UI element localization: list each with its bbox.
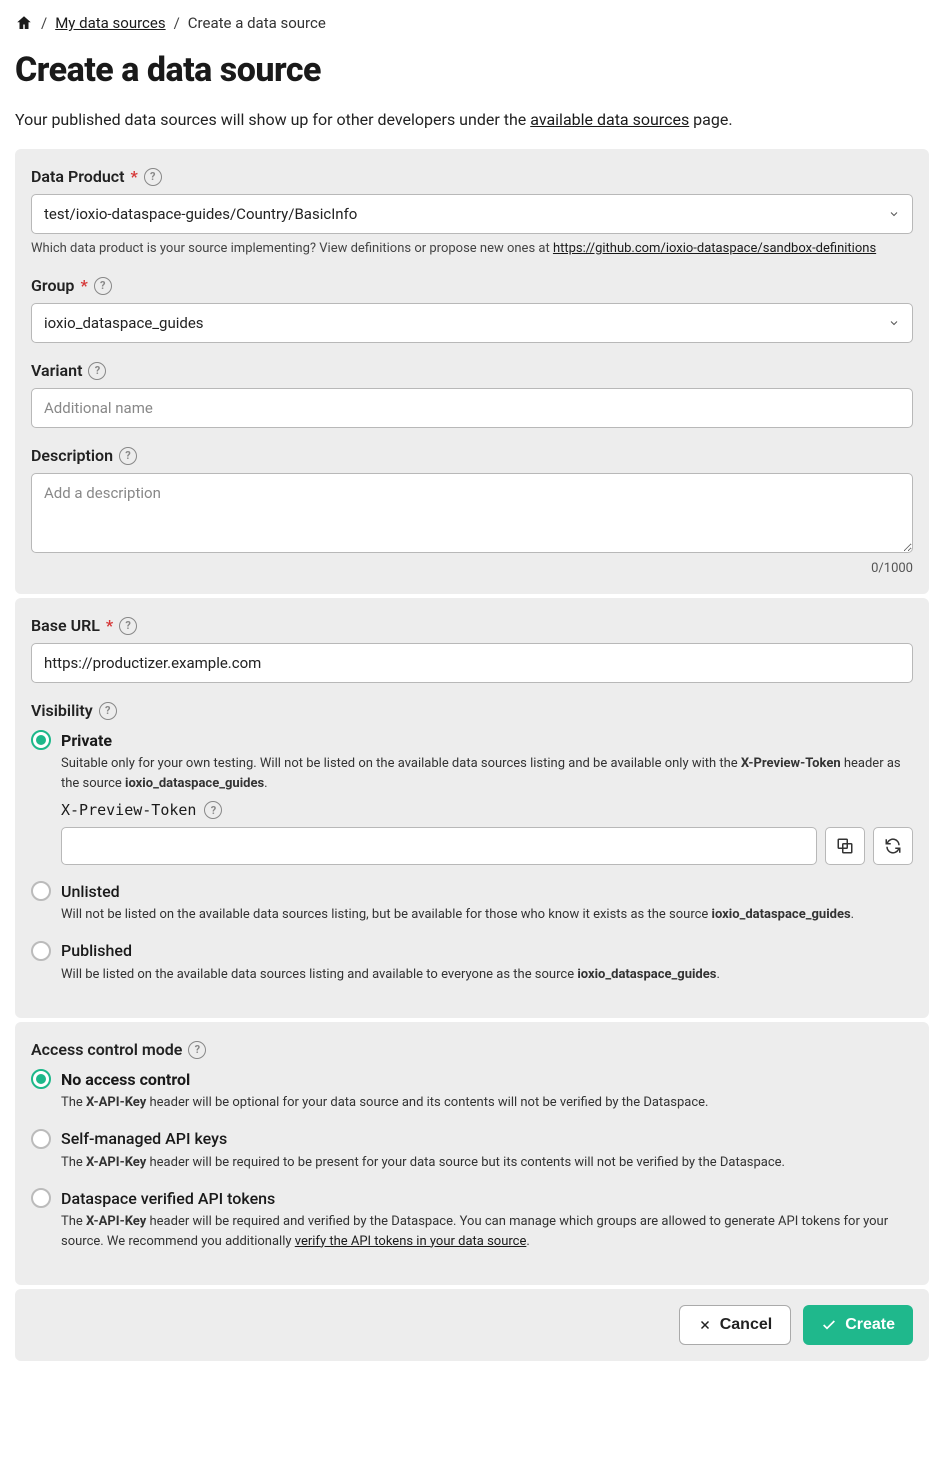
radio-button-icon xyxy=(31,941,51,961)
copy-button[interactable] xyxy=(825,827,865,865)
description-label: Description xyxy=(31,446,113,465)
card-access-control: Access control mode ? No access control … xyxy=(15,1022,929,1285)
data-product-helper: Which data product is your source implem… xyxy=(31,240,913,258)
data-product-select[interactable]: test/ioxio-dataspace-guides/Country/Basi… xyxy=(31,194,913,234)
help-icon[interactable]: ? xyxy=(88,362,106,380)
radio-button-icon xyxy=(31,1129,51,1149)
required-marker: * xyxy=(80,276,87,295)
visibility-label: Visibility xyxy=(31,701,93,720)
radio-private[interactable]: Private xyxy=(31,730,913,750)
refresh-icon xyxy=(884,837,902,855)
breadcrumb: / My data sources / Create a data source xyxy=(15,10,929,42)
chevron-down-icon xyxy=(888,208,900,220)
available-sources-link[interactable]: available data sources xyxy=(530,110,689,129)
self-managed-desc: The X-API-Key header will be required to… xyxy=(61,1153,913,1173)
required-marker: * xyxy=(106,616,113,635)
base-url-input[interactable] xyxy=(31,643,913,683)
visibility-private: Private Suitable only for your own testi… xyxy=(31,730,913,865)
definitions-link[interactable]: https://github.com/ioxio-dataspace/sandb… xyxy=(553,241,876,256)
variant-label: Variant xyxy=(31,361,82,380)
radio-no-access[interactable]: No access control xyxy=(31,1069,913,1089)
breadcrumb-sep: / xyxy=(174,14,180,32)
visibility-unlisted: Unlisted Will not be listed on the avail… xyxy=(31,881,913,925)
unlisted-desc: Will not be listed on the available data… xyxy=(61,905,913,925)
radio-unlisted[interactable]: Unlisted xyxy=(31,881,913,901)
required-marker: * xyxy=(130,167,137,186)
footer-actions: Cancel Create xyxy=(15,1289,929,1361)
page-title: Create a data source xyxy=(15,50,929,90)
description-counter: 0/1000 xyxy=(31,561,913,576)
copy-icon xyxy=(836,837,854,855)
help-icon[interactable]: ? xyxy=(94,277,112,295)
help-icon[interactable]: ? xyxy=(119,447,137,465)
access-self: Self-managed API keys The X-API-Key head… xyxy=(31,1129,913,1173)
breadcrumb-current: Create a data source xyxy=(188,14,326,32)
variant-input[interactable] xyxy=(31,388,913,428)
help-icon[interactable]: ? xyxy=(99,702,117,720)
preview-token-input[interactable] xyxy=(61,827,817,865)
no-access-desc: The X-API-Key header will be optional fo… xyxy=(61,1093,913,1113)
base-url-label: Base URL xyxy=(31,616,100,635)
radio-button-icon xyxy=(31,730,51,750)
help-icon[interactable]: ? xyxy=(119,617,137,635)
radio-button-icon xyxy=(31,1069,51,1089)
access-label: Access control mode xyxy=(31,1040,182,1059)
breadcrumb-my-sources[interactable]: My data sources xyxy=(55,14,165,32)
refresh-button[interactable] xyxy=(873,827,913,865)
chevron-down-icon xyxy=(888,317,900,329)
create-button[interactable]: Create xyxy=(803,1305,913,1345)
intro-text: Your published data sources will show up… xyxy=(15,110,929,129)
published-desc: Will be listed on the available data sou… xyxy=(61,965,913,985)
radio-published[interactable]: Published xyxy=(31,941,913,961)
radio-verified[interactable]: Dataspace verified API tokens xyxy=(31,1188,913,1208)
help-icon[interactable]: ? xyxy=(144,168,162,186)
verified-desc: The X-API-Key header will be required an… xyxy=(61,1212,913,1251)
private-desc: Suitable only for your own testing. Will… xyxy=(61,754,913,793)
card-url-visibility: Base URL * ? Visibility ? Private Suitab… xyxy=(15,598,929,1018)
group-select[interactable]: ioxio_dataspace_guides xyxy=(31,303,913,343)
help-icon[interactable]: ? xyxy=(188,1041,206,1059)
data-product-label: Data Product xyxy=(31,167,124,186)
breadcrumb-sep: / xyxy=(41,14,47,32)
group-label: Group xyxy=(31,276,74,295)
radio-button-icon xyxy=(31,881,51,901)
home-icon[interactable] xyxy=(15,14,33,32)
visibility-published: Published Will be listed on the availabl… xyxy=(31,941,913,985)
preview-token-label: X-Preview-Token xyxy=(61,801,196,819)
access-verified: Dataspace verified API tokens The X-API-… xyxy=(31,1188,913,1251)
description-textarea[interactable] xyxy=(31,473,913,553)
card-product-group: Data Product * ? test/ioxio-dataspace-gu… xyxy=(15,149,929,594)
radio-self-managed[interactable]: Self-managed API keys xyxy=(31,1129,913,1149)
close-icon xyxy=(698,1318,712,1332)
help-icon[interactable]: ? xyxy=(204,801,222,819)
check-icon xyxy=(821,1317,837,1333)
radio-button-icon xyxy=(31,1188,51,1208)
cancel-button[interactable]: Cancel xyxy=(679,1305,791,1345)
access-none: No access control The X-API-Key header w… xyxy=(31,1069,913,1113)
verify-tokens-link[interactable]: verify the API tokens in your data sourc… xyxy=(295,1234,527,1249)
